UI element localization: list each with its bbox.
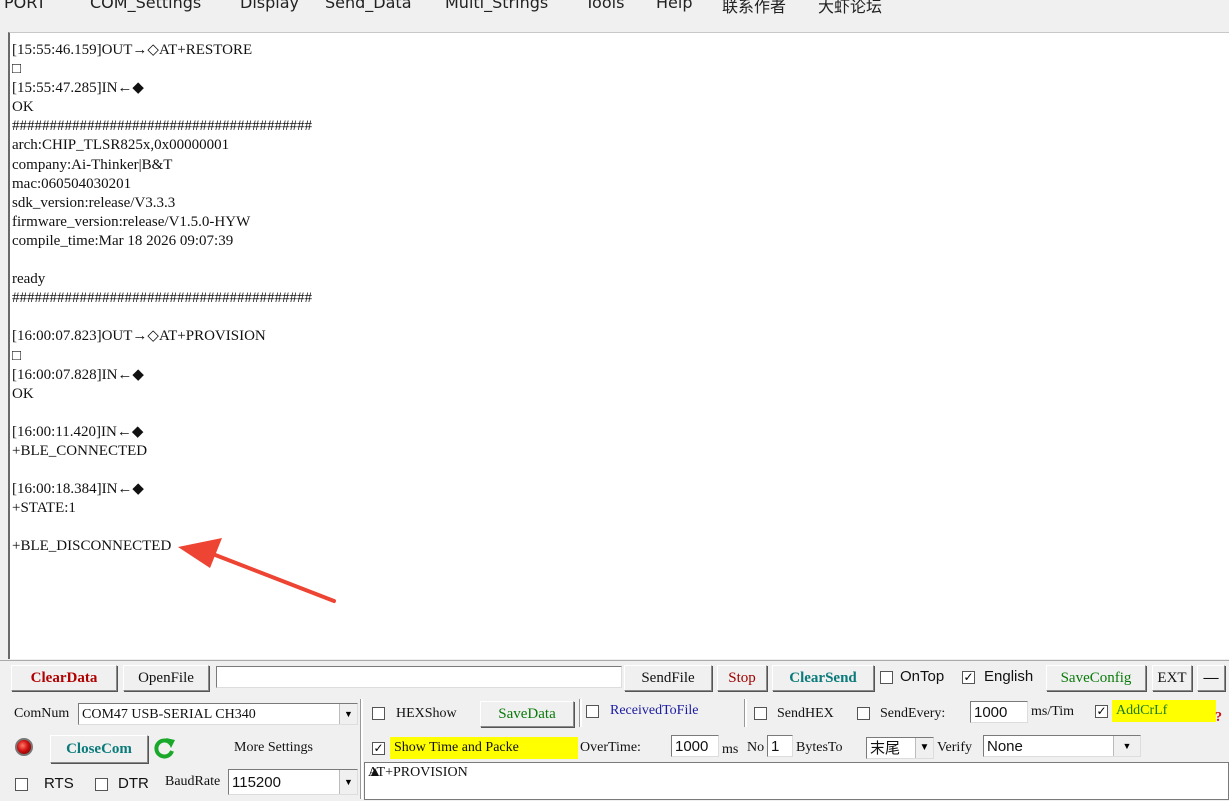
receive-log-text: [15:55:46.159]OUT→◇AT+RESTORE □ [15:55:4… (12, 42, 312, 555)
menu-item-com-settings[interactable]: COM_Settings (90, 0, 201, 12)
save-data-button[interactable]: SaveData (480, 701, 574, 727)
send-file-button[interactable]: SendFile (624, 665, 712, 691)
com-num-label: ComNum (14, 706, 70, 721)
com-num-select[interactable]: COM47 USB-SERIAL CH340 ▼ (78, 703, 358, 725)
chevron-down-icon[interactable]: ▼ (339, 770, 357, 794)
send-hex-label: SendHEX (777, 706, 834, 721)
no-input[interactable]: 1 (767, 735, 793, 757)
refresh-icon[interactable] (152, 735, 178, 761)
more-settings-label[interactable]: More Settings (234, 737, 313, 759)
menu-item-forum[interactable]: 大虾论坛 (818, 0, 882, 16)
chevron-down-icon[interactable]: ▼ (339, 704, 357, 724)
menu-item-contact-author[interactable]: 联系作者 (722, 0, 786, 16)
baud-rate-label: BaudRate (165, 774, 221, 789)
bytes-to-select[interactable]: 末尾 ▼ (866, 737, 934, 759)
panel-divider (360, 699, 363, 799)
menu-item-help[interactable]: Help (656, 0, 692, 12)
close-com-button[interactable]: CloseCom (50, 735, 148, 763)
clear-data-button[interactable]: ClearData (11, 665, 117, 691)
received-to-file-checkbox[interactable] (586, 705, 599, 718)
overtime-unit: ms (722, 742, 739, 757)
port-status-icon (15, 738, 33, 756)
english-checkbox[interactable]: ✓ (962, 671, 975, 684)
send-every-unit: ms/Tim (1031, 704, 1075, 719)
chevron-down-icon[interactable]: ▼ (1113, 736, 1140, 756)
options-divider (579, 699, 582, 727)
send-every-label: SendEvery: (880, 706, 946, 721)
on-top-label: OnTop (900, 668, 945, 685)
verify-value: None (987, 738, 1023, 755)
com-num-value: COM47 USB-SERIAL CH340 (82, 707, 256, 722)
menu-item-multi-strings[interactable]: Multi_Strings (445, 0, 548, 12)
collapse-button[interactable]: — (1197, 665, 1225, 691)
menu-item-port[interactable]: PORT (4, 0, 46, 12)
menu-item-tools[interactable]: Tools (585, 0, 624, 12)
rts-label: RTS (44, 775, 74, 792)
dtr-label: DTR (118, 775, 149, 792)
send-hex-checkbox[interactable] (754, 707, 767, 720)
open-file-button[interactable]: OpenFile (123, 665, 209, 691)
send-every-input[interactable]: 1000 (970, 701, 1028, 723)
menu-item-send-data[interactable]: Send_Data (325, 0, 412, 12)
no-label: No (747, 740, 765, 755)
ext-button[interactable]: EXT (1152, 665, 1192, 691)
scroll-up-icon[interactable]: ▲ (368, 765, 1224, 781)
rts-checkbox[interactable] (15, 778, 28, 791)
chevron-down-icon[interactable]: ▼ (915, 738, 933, 758)
help-icon[interactable]: ? (1215, 707, 1222, 729)
baud-rate-value: 115200 (232, 774, 281, 791)
send-input[interactable]: AT+PROVISION ▲ (364, 762, 1229, 800)
options-divider (744, 699, 747, 727)
show-time-label: Show Time and Packe (390, 737, 578, 759)
verify-label: Verify (937, 740, 972, 755)
overtime-input[interactable]: 1000 (671, 735, 719, 757)
send-every-checkbox[interactable] (857, 707, 870, 720)
show-time-checkbox[interactable]: ✓ (372, 742, 385, 755)
on-top-checkbox[interactable] (880, 671, 893, 684)
dtr-checkbox[interactable] (95, 778, 108, 791)
add-crlf-checkbox[interactable]: ✓ (1095, 705, 1108, 718)
received-to-file-label: ReceivedToFile (610, 703, 699, 718)
stop-button[interactable]: Stop (717, 665, 767, 691)
save-config-button[interactable]: SaveConfig (1046, 665, 1146, 691)
verify-select[interactable]: None ▼ (983, 735, 1141, 757)
menu-bar: PORT COM_Settings Display Send_Data Mult… (0, 0, 1229, 16)
hex-show-label: HEXShow (396, 706, 457, 721)
english-label: English (984, 668, 1034, 685)
file-path-input[interactable] (216, 666, 622, 688)
menu-item-display[interactable]: Display (240, 0, 299, 12)
bytes-to-label: BytesTo (796, 740, 843, 755)
receive-log[interactable]: [15:55:46.159]OUT→◇AT+RESTORE □ [15:55:4… (8, 32, 1229, 659)
overtime-label: OverTime: (580, 740, 641, 755)
bytes-to-value: 末尾 (870, 740, 901, 757)
baud-rate-select[interactable]: 115200 ▼ (228, 769, 358, 795)
hex-show-checkbox[interactable] (372, 707, 385, 720)
add-crlf-label: AddCrLf (1112, 700, 1216, 722)
clear-send-button[interactable]: ClearSend (772, 665, 874, 691)
